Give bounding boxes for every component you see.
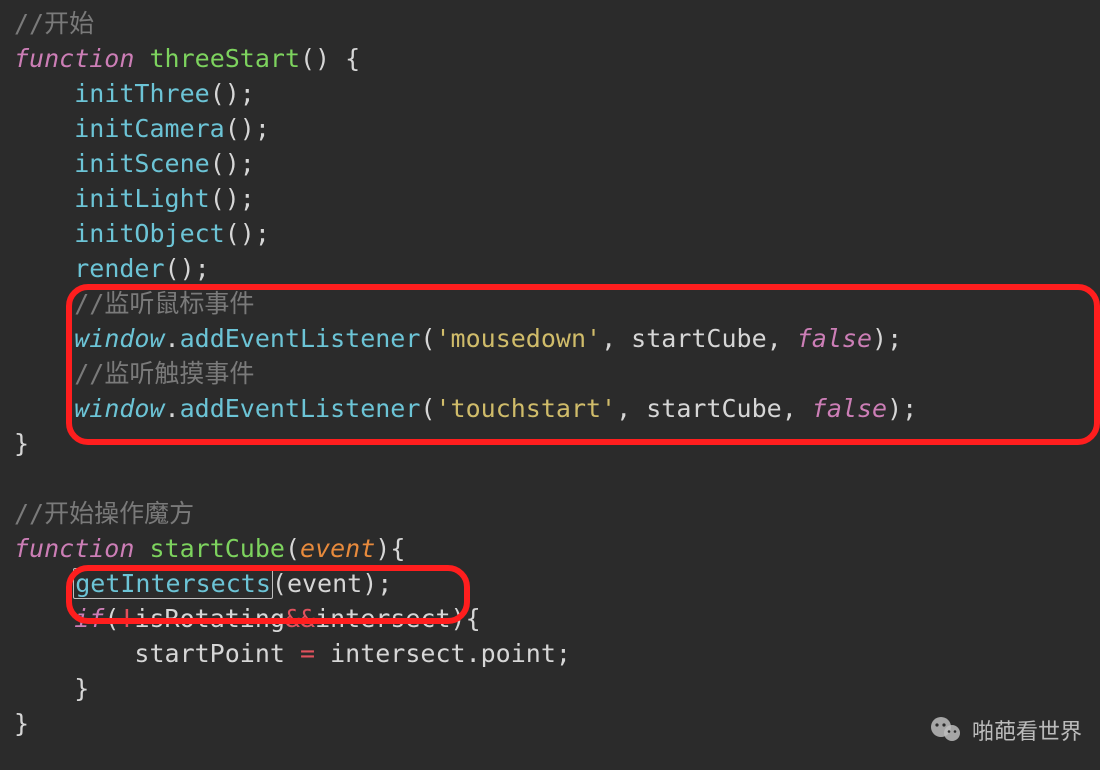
punct: ){ xyxy=(451,604,481,633)
identifier-window: window xyxy=(74,394,164,423)
punct: . xyxy=(466,639,481,668)
parameter: event xyxy=(300,534,375,563)
comment: //监听触摸事件 xyxy=(74,359,254,388)
call-selected: getIntersects xyxy=(75,569,271,598)
punct: , xyxy=(782,394,812,423)
code-editor[interactable]: //开始 function threeStart() { initThree()… xyxy=(0,0,1100,770)
operator-and: && xyxy=(285,604,315,633)
watermark: 啪葩看世界 xyxy=(928,712,1082,748)
punct: ; xyxy=(556,639,571,668)
punct: (); xyxy=(165,254,210,283)
punct: ); xyxy=(872,324,902,353)
punct: (); xyxy=(225,114,270,143)
operator-assign: = xyxy=(285,639,330,668)
call: initCamera xyxy=(74,114,225,143)
call: initScene xyxy=(74,149,209,178)
wechat-icon xyxy=(928,712,964,748)
code-block[interactable]: //开始 function threeStart() { initThree()… xyxy=(14,6,1100,741)
call: addEventListener xyxy=(180,394,421,423)
keyword-if: if xyxy=(74,604,104,633)
punct: () { xyxy=(300,44,360,73)
identifier: isRotating xyxy=(134,604,285,633)
punct: , xyxy=(767,324,797,353)
identifier: intersect xyxy=(315,604,450,633)
comment: //开始操作魔方 xyxy=(14,499,194,528)
punct: (); xyxy=(225,219,270,248)
punct: ( xyxy=(104,604,119,633)
punct: } xyxy=(14,709,29,738)
punct: } xyxy=(14,429,29,458)
comment: //开始 xyxy=(14,9,94,38)
punct: . xyxy=(165,324,180,353)
identifier: intersect xyxy=(330,639,465,668)
punct: ( xyxy=(272,569,287,598)
function-name: startCube xyxy=(149,534,284,563)
punct: , xyxy=(616,394,646,423)
punct: ( xyxy=(420,324,435,353)
operator-not: ! xyxy=(119,604,134,633)
string: 'touchstart' xyxy=(435,394,616,423)
identifier: startCube xyxy=(646,394,781,423)
punct: . xyxy=(165,394,180,423)
identifier: startCube xyxy=(631,324,766,353)
call: initThree xyxy=(74,79,209,108)
comment: //监听鼠标事件 xyxy=(74,289,254,318)
punct: (); xyxy=(210,79,255,108)
function-name: threeStart xyxy=(149,44,300,73)
punct: (); xyxy=(210,184,255,213)
call: initLight xyxy=(74,184,209,213)
punct: ); xyxy=(362,569,392,598)
punct: } xyxy=(74,674,89,703)
call: render xyxy=(74,254,164,283)
punct: ( xyxy=(285,534,300,563)
punct: (); xyxy=(210,149,255,178)
keyword-function: function xyxy=(14,44,134,73)
identifier: event xyxy=(287,569,362,598)
identifier: startPoint xyxy=(134,639,285,668)
punct: ){ xyxy=(375,534,405,563)
watermark-text: 啪葩看世界 xyxy=(972,714,1082,746)
identifier-window: window xyxy=(74,324,164,353)
punct: , xyxy=(601,324,631,353)
punct: ( xyxy=(420,394,435,423)
boolean: false xyxy=(812,394,887,423)
call: addEventListener xyxy=(180,324,421,353)
keyword-function: function xyxy=(14,534,134,563)
string: 'mousedown' xyxy=(435,324,601,353)
call: initObject xyxy=(74,219,225,248)
punct: ); xyxy=(887,394,917,423)
boolean: false xyxy=(797,324,872,353)
identifier: point xyxy=(481,639,556,668)
